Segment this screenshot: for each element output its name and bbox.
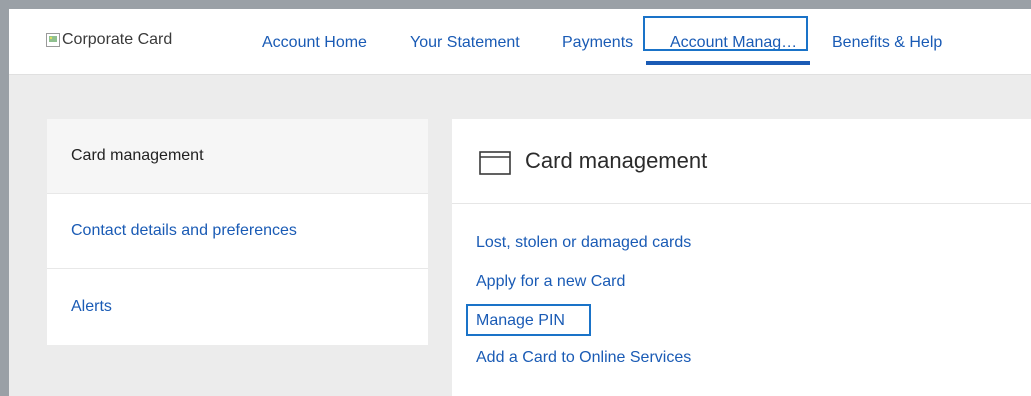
sidebar-item-label: Contact details and preferences — [71, 222, 297, 239]
link-lost-stolen-damaged[interactable]: Lost, stolen or damaged cards — [476, 234, 691, 252]
nav-active-underline — [646, 61, 810, 65]
top-header: Corporate Card Account Home Your Stateme… — [9, 9, 1031, 75]
sidebar-item-card-management[interactable]: Card management — [47, 119, 428, 194]
nav-active-highlight — [643, 16, 808, 51]
page-title: Card management — [525, 148, 708, 173]
nav-payments[interactable]: Payments — [562, 34, 633, 52]
manage-pin-highlight — [466, 304, 591, 336]
main-panel-header: Card management — [452, 119, 1031, 204]
sidebar-item-contact-details[interactable]: Contact details and preferences — [47, 194, 428, 269]
corporate-card-logo[interactable]: Corporate Card — [46, 31, 172, 49]
sidebar-item-label: Alerts — [71, 297, 112, 315]
sidebar-item-label: Card management — [71, 147, 204, 164]
nav-your-statement[interactable]: Your Statement — [410, 34, 520, 52]
main-panel: Card management Lost, stolen or damaged … — [452, 119, 1031, 396]
nav-benefits-help[interactable]: Benefits & Help — [832, 34, 942, 52]
sidebar: Card management Contact details and pref… — [47, 119, 428, 345]
broken-image-icon — [46, 33, 60, 47]
link-apply-new-card[interactable]: Apply for a new Card — [476, 273, 625, 291]
sidebar-item-alerts[interactable]: Alerts — [47, 269, 428, 344]
credit-card-icon — [479, 151, 511, 180]
link-add-card-online[interactable]: Add a Card to Online Services — [476, 349, 691, 367]
nav-account-home[interactable]: Account Home — [262, 34, 367, 52]
logo-alt-text: Corporate Card — [62, 31, 173, 48]
